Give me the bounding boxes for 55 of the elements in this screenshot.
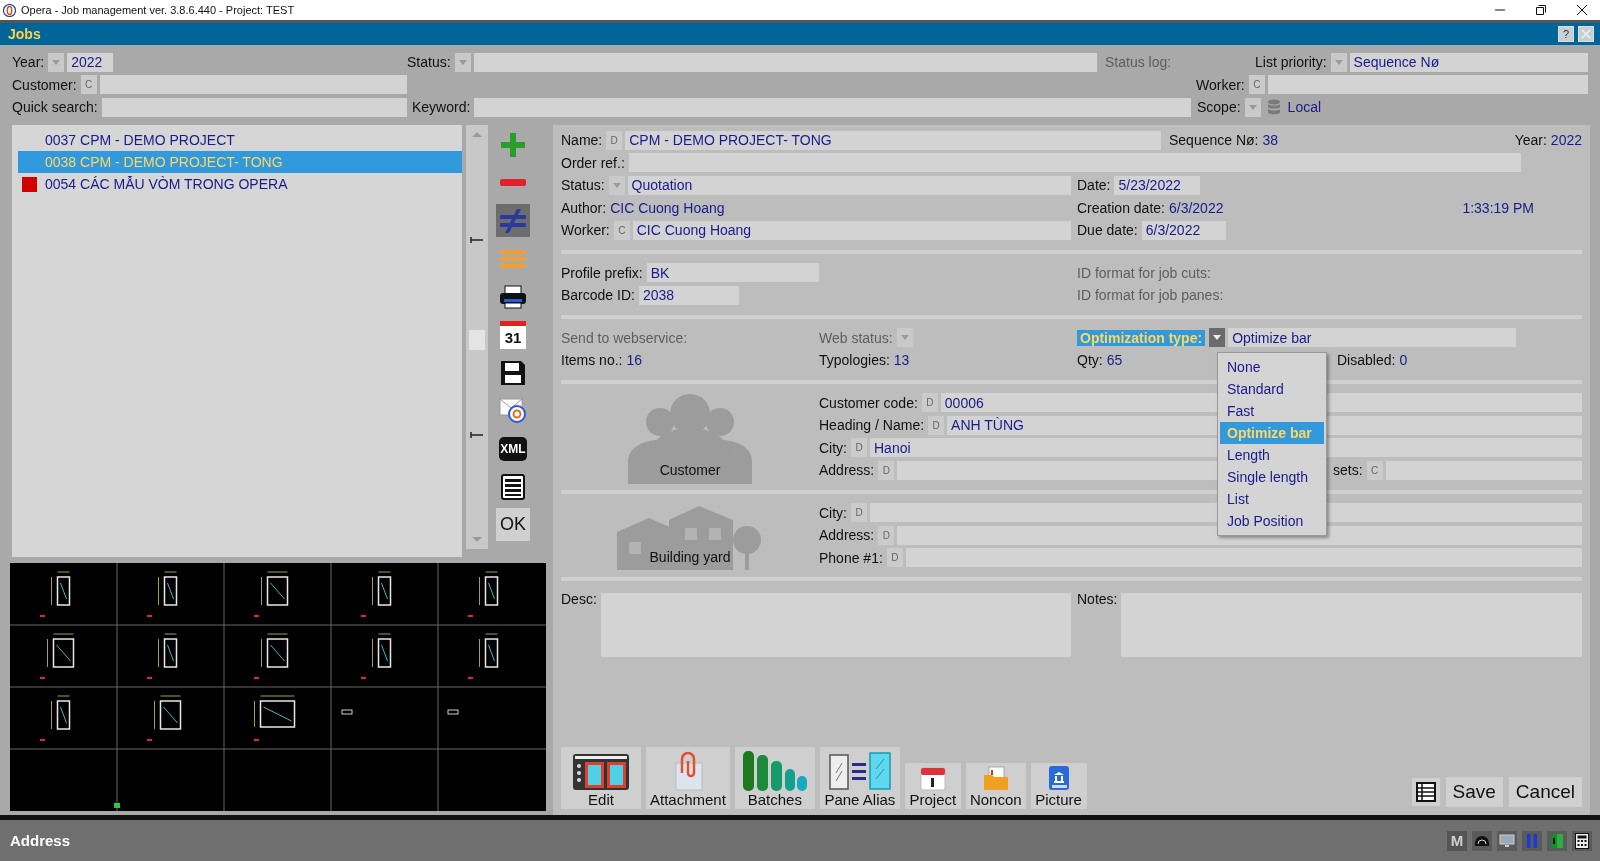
field-label: Address:: [819, 527, 875, 544]
field-label: Year:: [12, 54, 45, 71]
window-title: Opera - Job management ver. 3.8.6.440 - Project: TEST: [21, 4, 295, 16]
field-label: Typologies:: [819, 352, 890, 369]
field-label: City:: [819, 439, 847, 456]
field-label: Year:: [1514, 132, 1547, 149]
field-label: Profile prefix:: [561, 264, 643, 281]
field-label: Quick search:: [12, 99, 98, 116]
field-label: Barcode ID:: [561, 287, 635, 304]
field-label: Status:: [407, 54, 451, 71]
field-value: 38: [1262, 132, 1279, 149]
field-label: Items no.:: [561, 352, 623, 369]
creation-time: 1:33:19 PM: [1462, 199, 1534, 216]
field-label: Qty:: [1077, 352, 1103, 369]
field-label: Phone #1:: [819, 549, 883, 566]
field-value: 13: [893, 352, 910, 369]
field-label: Status:: [561, 177, 605, 194]
field-label: sets:: [1333, 462, 1363, 479]
field-label: Scope:: [1197, 99, 1241, 116]
field-label: ID format for job cuts:: [1077, 264, 1211, 281]
field-label: Author:: [561, 199, 607, 216]
field-label: Status log:: [1105, 54, 1172, 71]
field-value: 0: [1399, 352, 1408, 369]
field-value: CIC Cuong Hoang: [610, 199, 725, 216]
field-label: Heading / Name:: [819, 417, 925, 434]
field-label: Customer code:: [819, 394, 918, 411]
field-label: City:: [819, 504, 847, 521]
field-label: Disabled:: [1337, 352, 1396, 369]
field-label: Address:: [819, 462, 875, 479]
status-text: Address: [10, 832, 72, 849]
field-value: 16: [626, 352, 643, 369]
field-label: Name:: [561, 132, 603, 149]
field-label: Web status:: [819, 329, 893, 346]
panel-title: Jobs: [8, 26, 42, 42]
field-label: Customer:: [12, 76, 77, 93]
field-value: 65: [1106, 352, 1123, 369]
field-label: Keyword:: [412, 99, 471, 116]
field-label: Date:: [1077, 177, 1111, 194]
field-value: Local: [1287, 99, 1322, 116]
field-label: Creation date:: [1077, 199, 1165, 216]
field-label: Order ref.:: [561, 154, 625, 171]
field-label: Notes:: [1077, 591, 1118, 607]
field-value: 6/3/2022: [1168, 199, 1224, 216]
field-label: Send to webservice:: [561, 329, 688, 346]
section-caption: Building yard: [649, 549, 731, 565]
section-caption: Customer: [659, 461, 721, 478]
field-label: Sequence Nø:: [1169, 132, 1259, 149]
field-label: Optimization type:: [1077, 329, 1206, 346]
field-label: ID format for job panes:: [1077, 287, 1224, 304]
field-label: Due date:: [1077, 222, 1138, 239]
field-value: 2022: [1550, 132, 1582, 149]
field-label: Worker:: [1196, 76, 1245, 93]
field-label: List priority:: [1255, 54, 1327, 71]
field-label: Worker:: [561, 222, 610, 239]
field-label: Desc:: [561, 591, 597, 607]
